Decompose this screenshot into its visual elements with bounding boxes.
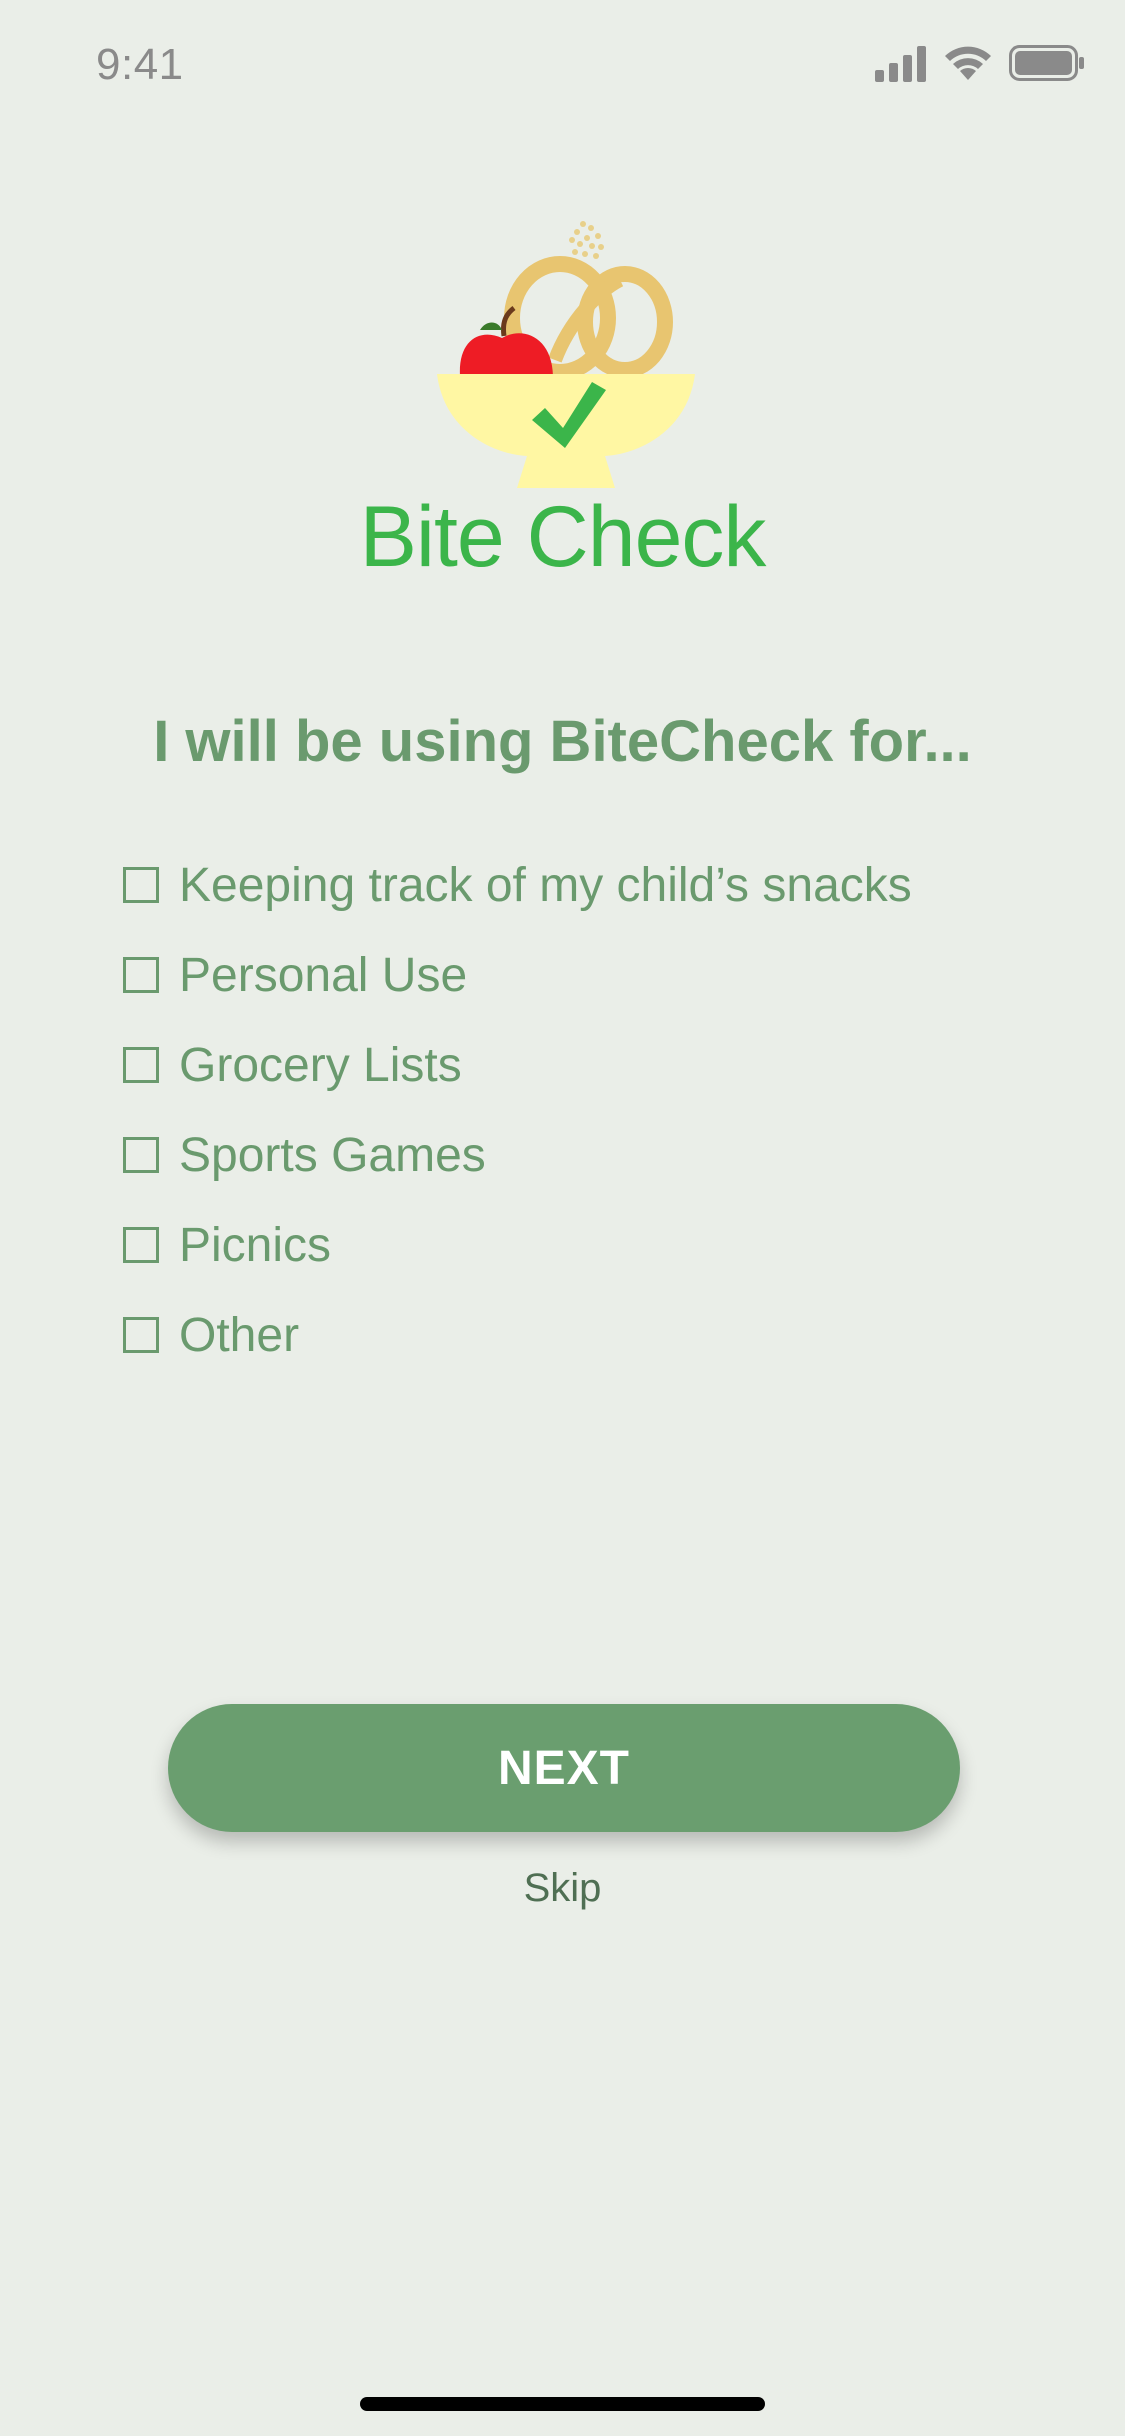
option-label: Other bbox=[179, 1308, 300, 1362]
status-icons bbox=[875, 44, 1085, 84]
status-bar: 9:41 bbox=[0, 0, 1125, 132]
battery-icon bbox=[1009, 45, 1084, 81]
option-label: Grocery Lists bbox=[179, 1038, 462, 1092]
brand-logo bbox=[420, 210, 720, 500]
checkbox[interactable] bbox=[123, 957, 159, 993]
option-picnics[interactable]: Picnics bbox=[123, 1200, 1043, 1290]
signal-icon bbox=[875, 46, 926, 82]
option-personal-use[interactable]: Personal Use bbox=[123, 930, 1043, 1020]
option-keeping-track[interactable]: Keeping track of my child’s snacks bbox=[123, 840, 1043, 930]
option-label: Keeping track of my child’s snacks bbox=[179, 858, 912, 912]
option-label: Picnics bbox=[179, 1218, 332, 1272]
question-heading: I will be using BiteCheck for... bbox=[153, 709, 972, 774]
option-other[interactable]: Other bbox=[123, 1290, 1043, 1380]
wifi-icon bbox=[945, 46, 991, 80]
next-button[interactable]: NEXT bbox=[168, 1704, 960, 1832]
usage-options-list: Keeping track of my child’s snacks Perso… bbox=[123, 840, 1043, 1380]
checkbox[interactable] bbox=[123, 1047, 159, 1083]
checkbox[interactable] bbox=[123, 867, 159, 903]
apple-pretzel-bowl-check-logo bbox=[437, 221, 695, 488]
skip-link[interactable]: Skip bbox=[0, 1866, 1125, 1911]
option-sports-games[interactable]: Sports Games bbox=[123, 1110, 1043, 1200]
checkbox[interactable] bbox=[123, 1227, 159, 1263]
home-indicator[interactable] bbox=[360, 2397, 765, 2411]
option-grocery-lists[interactable]: Grocery Lists bbox=[123, 1020, 1043, 1110]
option-label: Personal Use bbox=[179, 948, 468, 1002]
checkbox[interactable] bbox=[123, 1317, 159, 1353]
brand-name: Bite Check bbox=[359, 489, 767, 585]
checkbox[interactable] bbox=[123, 1137, 159, 1173]
status-time: 9:41 bbox=[96, 40, 184, 89]
option-label: Sports Games bbox=[179, 1128, 486, 1182]
